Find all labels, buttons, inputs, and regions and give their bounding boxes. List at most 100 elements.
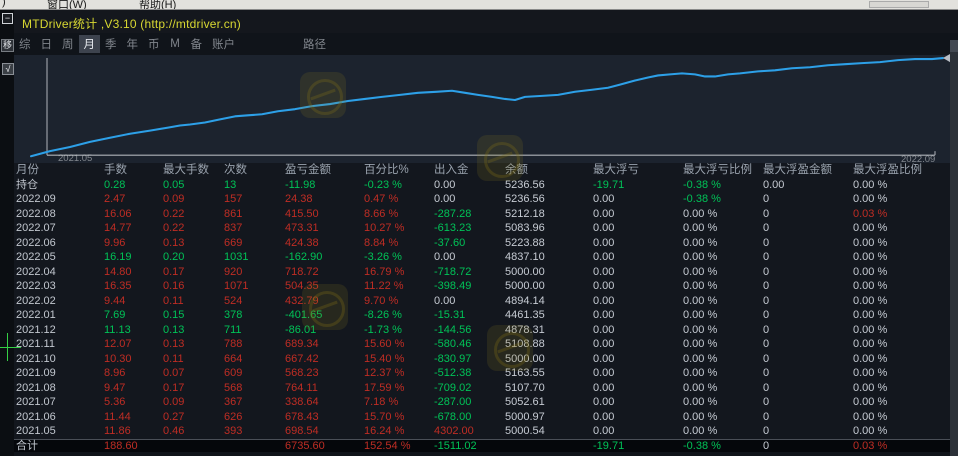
cell-value: 378 (224, 308, 285, 323)
cell-value: 424.38 (285, 236, 364, 251)
tab-币[interactable]: 币 (143, 35, 165, 53)
minimize-button[interactable]: − (2, 13, 13, 24)
tab-备[interactable]: 备 (186, 35, 208, 53)
cell-value: 1031 (224, 250, 285, 265)
cell-value: 5083.96 (505, 221, 593, 236)
cell-value: 16.35 (104, 279, 163, 294)
table-row-2021.12[interactable]: 2021.1211.130.13711-86.01-1.73 %-144.564… (14, 323, 950, 338)
column-header[interactable]: 出入金 (434, 163, 505, 178)
cell-value: 0.46 (163, 424, 224, 439)
os-menubar: ) 窗口(W) 帮助(H) (0, 0, 958, 10)
tab-季[interactable]: 季 (100, 35, 122, 53)
table-row-2021.10[interactable]: 2021.1010.300.11664667.4215.40 %-830.975… (14, 352, 950, 367)
row-label: 2021.06 (16, 410, 104, 425)
move-tool-icon[interactable]: 移 (1, 39, 14, 52)
column-header[interactable]: 月份 (16, 163, 104, 178)
cell-value: 9.96 (104, 236, 163, 251)
menu-item-window[interactable]: 窗口(W) (47, 0, 87, 10)
cell-value: 0.00 (434, 250, 505, 265)
tab-M[interactable]: M (165, 37, 186, 51)
cell-value: 5107.70 (505, 381, 593, 396)
cell-value: 0 (763, 381, 853, 396)
tab-月[interactable]: 月 (79, 35, 101, 53)
column-header[interactable]: 最大浮盈金额 (763, 163, 853, 178)
cell-value: 0.00 (593, 337, 683, 352)
column-header[interactable]: 最大浮盈比例 (853, 163, 950, 178)
cell-value: 5236.56 (505, 178, 593, 193)
column-header[interactable]: 次数 (224, 163, 285, 178)
column-header[interactable]: 最大浮亏 (593, 163, 683, 178)
table-row-持仓[interactable]: 持仓0.280.0513-11.98-0.23 %0.005236.56-19.… (14, 178, 950, 193)
row-label: 2021.05 (16, 424, 104, 439)
cell-value: 0.00 % (683, 381, 763, 396)
cell-value: 0.00 % (683, 395, 763, 410)
cell-value: -0.23 % (364, 178, 434, 193)
titlebar[interactable]: MTDriver统计 ,V3.10 (http://mtdriver.cn) (14, 10, 958, 33)
table-row-2022.07[interactable]: 2022.0714.770.22837473.3110.27 %-613.235… (14, 221, 950, 236)
column-header[interactable]: 手数 (104, 163, 163, 178)
row-label: 2022.04 (16, 265, 104, 280)
table-row-2021.11[interactable]: 2021.1112.070.13788689.3415.60 %-580.465… (14, 337, 950, 352)
cell-value: 10.30 (104, 352, 163, 367)
column-header[interactable]: 最大手数 (163, 163, 224, 178)
tab-path[interactable]: 路径 (298, 35, 331, 53)
vertical-scrollbar[interactable] (950, 40, 958, 456)
row-label: 合计 (16, 440, 104, 453)
row-label: 2022.09 (16, 192, 104, 207)
cell-value: 0.17 (163, 265, 224, 280)
row-label: 2022.01 (16, 308, 104, 323)
table-total-row[interactable]: 合计188.606735.60152.54 %-1511.02-19.71-0.… (14, 439, 950, 453)
cell-value: 0.00 (434, 178, 505, 193)
table-row-2022.06[interactable]: 2022.069.960.13669424.388.84 %-37.605223… (14, 236, 950, 251)
table-row-2022.02[interactable]: 2022.029.440.11524432.799.70 %0.004894.1… (14, 294, 950, 309)
equity-chart-plot[interactable] (14, 55, 950, 163)
cell-value: 0.00 % (683, 236, 763, 251)
column-header[interactable]: 最大浮亏比例 (683, 163, 763, 178)
table-row-2022.04[interactable]: 2022.0414.800.17920718.7216.79 %-718.725… (14, 265, 950, 280)
table-row-2021.07[interactable]: 2021.075.360.09367338.647.18 %-287.00505… (14, 395, 950, 410)
column-header[interactable]: 百分比% (364, 163, 434, 178)
cell-value: 698.54 (285, 424, 364, 439)
tab-综[interactable]: 综 (14, 35, 36, 53)
cell-value: 0 (763, 308, 853, 323)
cell-value: 0.00 % (853, 352, 950, 367)
table-row-2022.08[interactable]: 2022.0816.060.22861415.508.66 %-287.2852… (14, 207, 950, 222)
cell-value: -580.46 (434, 337, 505, 352)
table-row-2022.03[interactable]: 2022.0316.350.161071504.3511.22 %-398.49… (14, 279, 950, 294)
cell-value: 0.09 (163, 192, 224, 207)
cell-value: 0.20 (163, 250, 224, 265)
cell-value: 12.07 (104, 337, 163, 352)
cell-value: 188.60 (104, 440, 163, 453)
cell-value: 0 (763, 440, 853, 453)
cell-value: 5236.56 (505, 192, 593, 207)
tab-年[interactable]: 年 (122, 35, 144, 53)
tab-日[interactable]: 日 (36, 35, 58, 53)
cell-value: -718.72 (434, 265, 505, 280)
column-header[interactable]: 盈亏金额 (285, 163, 364, 178)
table-row-2021.09[interactable]: 2021.098.960.07609568.2312.37 %-512.3851… (14, 366, 950, 381)
row-label: 持仓 (16, 178, 104, 193)
table-row-2022.09[interactable]: 2022.092.470.0915724.380.47 %0.005236.56… (14, 192, 950, 207)
cell-value: 568.23 (285, 366, 364, 381)
cell-value: 0.00 % (853, 308, 950, 323)
column-header[interactable]: 余额 (505, 163, 593, 178)
tab-账户[interactable]: 账户 (207, 35, 240, 53)
table-row-2021.08[interactable]: 2021.089.470.17568764.1117.59 %-709.0251… (14, 381, 950, 396)
cell-value: 0.00 (593, 294, 683, 309)
cell-value: 12.37 % (364, 366, 434, 381)
cell-value: 15.60 % (364, 337, 434, 352)
cell-value: -398.49 (434, 279, 505, 294)
cell-value: 15.40 % (364, 352, 434, 367)
cell-value: 837 (224, 221, 285, 236)
table-row-2021.05[interactable]: 2021.0511.860.46393698.5416.24 %4302.005… (14, 424, 950, 439)
table-row-2021.06[interactable]: 2021.0611.440.27626678.4315.70 %-678.005… (14, 410, 950, 425)
tab-bar: 综日周月季年币M备账户 路径 (14, 33, 958, 55)
cell-value: 0.00 % (853, 410, 950, 425)
scrollbar-button[interactable] (950, 40, 958, 52)
table-row-2022.01[interactable]: 2022.017.690.15378-401.65-8.26 %-15.3144… (14, 308, 950, 323)
menu-item-help[interactable]: 帮助(H) (139, 0, 176, 10)
cell-value: 9.70 % (364, 294, 434, 309)
check-tool-icon[interactable]: √ (2, 63, 14, 75)
tab-周[interactable]: 周 (57, 35, 79, 53)
table-row-2022.05[interactable]: 2022.0516.190.201031-162.90-3.26 %0.0048… (14, 250, 950, 265)
